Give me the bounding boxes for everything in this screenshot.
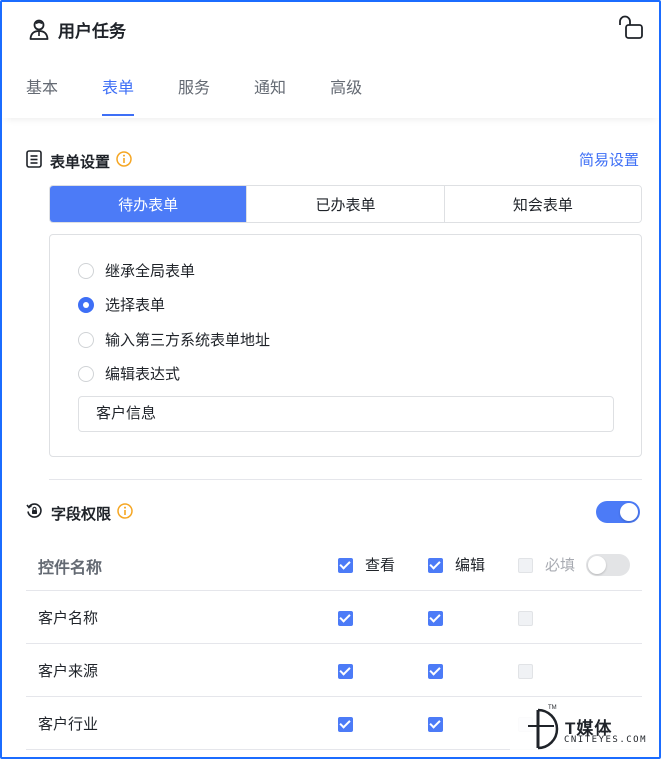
title-row: 用户任务 bbox=[28, 16, 126, 42]
simple-settings-link[interactable]: 简易设置 bbox=[579, 149, 639, 170]
required-checkbox[interactable] bbox=[518, 664, 533, 679]
view-checkbox[interactable] bbox=[338, 611, 353, 626]
field-permissions-title: 字段权限 bbox=[51, 505, 112, 523]
permission-lock-icon bbox=[26, 502, 43, 524]
unlock-icon[interactable] bbox=[617, 14, 645, 45]
tab-service[interactable]: 服务 bbox=[178, 74, 210, 116]
option-label: 输入第三方系统表单地址 bbox=[105, 332, 271, 349]
field-permissions-header: 字段权限 bbox=[26, 502, 133, 524]
field-permissions-toggle[interactable] bbox=[596, 501, 640, 523]
option-label: 编辑表达式 bbox=[105, 366, 181, 383]
field-name: 客户名称 bbox=[38, 610, 99, 627]
required-toggle[interactable] bbox=[586, 554, 630, 576]
toggle-knob bbox=[620, 503, 638, 521]
option-inherit-global[interactable]: 继承全局表单 bbox=[78, 260, 195, 281]
watermark-site: CNITEYES.COM bbox=[564, 735, 648, 745]
segment-notify-form[interactable]: 知会表单 bbox=[443, 186, 641, 222]
form-settings-header: 表单设置 bbox=[26, 150, 132, 173]
segment-done-form[interactable]: 已办表单 bbox=[246, 186, 444, 222]
column-edit: 编辑 bbox=[455, 557, 486, 574]
svg-text:TM: TM bbox=[548, 705, 557, 711]
view-checkbox[interactable] bbox=[338, 664, 353, 679]
required-checkbox[interactable] bbox=[518, 611, 533, 626]
edit-checkbox[interactable] bbox=[428, 611, 443, 626]
required-all-checkbox[interactable] bbox=[518, 558, 533, 573]
user-icon bbox=[28, 18, 50, 40]
table-header-row: 控件名称 查看 编辑 必填 bbox=[26, 538, 642, 591]
tab-form[interactable]: 表单 bbox=[102, 74, 135, 116]
option-expression[interactable]: 编辑表达式 bbox=[78, 363, 180, 384]
option-select-form[interactable]: 选择表单 bbox=[78, 294, 165, 315]
option-third-party-url[interactable]: 输入第三方系统表单地址 bbox=[78, 329, 270, 350]
field-name: 客户行业 bbox=[38, 716, 99, 733]
column-control-name: 控件名称 bbox=[38, 560, 103, 577]
form-list-icon bbox=[26, 150, 42, 173]
tab-basic[interactable]: 基本 bbox=[26, 74, 58, 116]
tab-bar: 基本 表单 服务 通知 高级 bbox=[26, 74, 406, 116]
edit-all-checkbox[interactable] bbox=[428, 558, 443, 573]
table-row: 客户名称 bbox=[26, 591, 642, 644]
form-settings-title: 表单设置 bbox=[50, 154, 111, 171]
panel-frame: 用户任务 基本 表单 服务 通知 高级 表单设置 简易设置 待办表单 已办表单 … bbox=[0, 0, 661, 759]
form-select-input[interactable]: 客户信息 bbox=[78, 396, 614, 432]
column-required: 必填 bbox=[545, 557, 576, 574]
toggle-knob bbox=[588, 556, 606, 574]
radio-button[interactable] bbox=[78, 262, 94, 279]
option-label: 继承全局表单 bbox=[105, 263, 196, 280]
tab-advanced[interactable]: 高级 bbox=[330, 74, 362, 116]
page-title: 用户任务 bbox=[58, 21, 126, 41]
column-view: 查看 bbox=[365, 557, 396, 574]
section-divider bbox=[49, 479, 642, 480]
table-row: 客户来源 bbox=[26, 644, 642, 697]
segment-todo-form[interactable]: 待办表单 bbox=[50, 186, 247, 222]
radio-button[interactable] bbox=[78, 331, 94, 348]
radio-button[interactable] bbox=[78, 365, 94, 382]
radio-button-selected[interactable] bbox=[78, 296, 94, 313]
form-source-options: 继承全局表单 选择表单 输入第三方系统表单地址 编辑表达式 客户信息 bbox=[49, 234, 642, 457]
panel-header: 用户任务 基本 表单 服务 通知 高级 bbox=[2, 2, 659, 118]
view-checkbox[interactable] bbox=[338, 717, 353, 732]
edit-checkbox[interactable] bbox=[428, 717, 443, 732]
view-all-checkbox[interactable] bbox=[338, 558, 353, 573]
form-type-segmented: 待办表单 已办表单 知会表单 bbox=[49, 185, 642, 223]
info-icon[interactable] bbox=[117, 502, 133, 524]
option-label: 选择表单 bbox=[105, 297, 166, 314]
info-icon[interactable] bbox=[116, 151, 132, 172]
tab-notify[interactable]: 通知 bbox=[254, 74, 286, 116]
edit-checkbox[interactable] bbox=[428, 664, 443, 679]
field-name: 客户来源 bbox=[38, 663, 99, 680]
